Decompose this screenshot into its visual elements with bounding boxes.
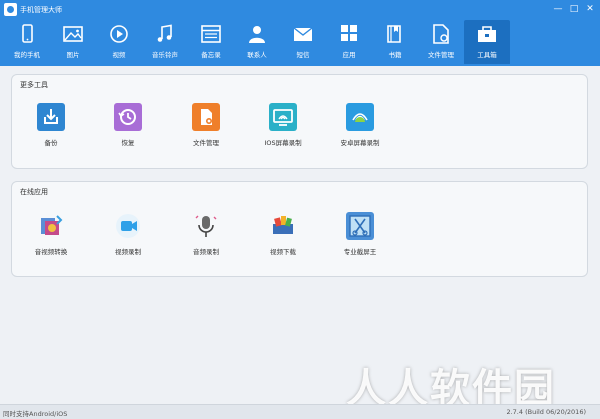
nav-music[interactable]: 音乐铃声 — [142, 20, 188, 64]
nav-file-manager[interactable]: 文件管理 — [418, 20, 464, 64]
tool-video-download[interactable]: 视频下载 — [248, 212, 318, 256]
tool-ios-screen-record[interactable]: IOS屏幕录制 — [248, 103, 318, 147]
tool-screenshot[interactable]: 专业截屏王 — [325, 212, 395, 256]
file-manager-icon — [433, 24, 449, 44]
nav-label: 音乐铃声 — [152, 51, 178, 59]
minimize-button[interactable]: — — [550, 2, 566, 16]
nav-contacts[interactable]: 联系人 — [234, 20, 280, 64]
nav-images[interactable]: 图片 — [50, 20, 96, 64]
tool-android-screen-record[interactable]: 安卓屏幕录制 — [325, 103, 395, 147]
tool-label: 音频录制 — [193, 248, 219, 256]
nav-label: 工具箱 — [477, 51, 497, 59]
status-bar: 同时支持Android/iOS 2.7.4 (Build 06/20/2016) — [0, 404, 600, 419]
ios-screen-record-icon — [269, 103, 297, 131]
app-logo-icon — [4, 3, 17, 16]
tool-label: 备份 — [44, 139, 58, 147]
tool-audio-record[interactable]: 音频录制 — [171, 212, 241, 256]
video-icon — [110, 25, 128, 43]
nav-label: 书籍 — [388, 51, 402, 59]
watermark: 人人软件园 — [346, 356, 596, 412]
nav-memo[interactable]: 备忘录 — [188, 20, 234, 64]
video-download-icon — [269, 212, 297, 240]
android-screen-record-icon — [346, 103, 374, 131]
tool-label: IOS屏幕录制 — [264, 139, 302, 147]
nav-sms[interactable]: 短信 — [280, 20, 326, 64]
maximize-button[interactable]: □ — [566, 2, 582, 16]
nav-label: 视频 — [112, 51, 126, 59]
apps-icon — [341, 25, 357, 41]
top-bar: 手机管理大师 — □ ✕ 我的手机 图片 视频 音乐铃声 备忘录 联系人 短信 … — [0, 0, 600, 66]
nav-label: 图片 — [66, 51, 80, 59]
music-icon — [157, 24, 172, 42]
status-left-text: 同时支持Android/iOS — [3, 410, 68, 418]
version-text: 2.7.4 (Build 06/20/2016) — [506, 408, 586, 416]
panel-title: 更多工具 — [20, 81, 48, 89]
nav-label: 联系人 — [247, 51, 267, 59]
contact-icon — [249, 26, 265, 43]
nav-label: 文件管理 — [428, 51, 454, 59]
tool-label: 文件管理 — [193, 139, 219, 147]
memo-icon — [201, 25, 221, 43]
book-icon — [387, 25, 401, 43]
panel-title: 在线应用 — [20, 188, 48, 196]
nav-toolbox[interactable]: 工具箱 — [464, 20, 510, 64]
main-nav: 我的手机 图片 视频 音乐铃声 备忘录 联系人 短信 应用 书籍 文件管理 工具… — [0, 20, 600, 66]
tool-label: 安卓屏幕录制 — [340, 139, 380, 147]
audio-record-icon — [192, 212, 220, 240]
file-manager-icon — [192, 103, 220, 131]
av-convert-icon — [37, 212, 65, 240]
tool-label: 视频录制 — [115, 248, 141, 256]
tool-label: 专业截屏王 — [343, 248, 377, 256]
close-button[interactable]: ✕ — [582, 2, 598, 16]
screenshot-icon — [346, 212, 374, 240]
tool-label: 音视频转换 — [34, 248, 68, 256]
nav-apps[interactable]: 应用 — [326, 20, 372, 64]
tool-backup[interactable]: 备份 — [16, 103, 86, 147]
tool-label: 恢复 — [121, 139, 135, 147]
video-record-icon — [114, 212, 142, 240]
tool-file-manager[interactable]: 文件管理 — [171, 103, 241, 147]
tool-label: 视频下载 — [270, 248, 296, 256]
nav-label: 短信 — [296, 51, 310, 59]
nav-label: 我的手机 — [14, 51, 40, 59]
nav-label: 备忘录 — [201, 51, 221, 59]
app-title: 手机管理大师 — [20, 6, 62, 14]
nav-books[interactable]: 书籍 — [372, 20, 418, 64]
nav-label: 应用 — [342, 51, 356, 59]
image-icon — [63, 26, 83, 42]
toolbox-icon — [478, 26, 496, 42]
window-controls: — □ ✕ — [550, 2, 598, 16]
backup-icon — [37, 103, 65, 131]
restore-icon — [114, 103, 142, 131]
tool-restore[interactable]: 恢复 — [93, 103, 163, 147]
phone-icon — [22, 24, 33, 43]
tool-video-record[interactable]: 视频录制 — [93, 212, 163, 256]
title-bar: 手机管理大师 — □ ✕ — [0, 0, 600, 20]
nav-video[interactable]: 视频 — [96, 20, 142, 64]
nav-my-phone[interactable]: 我的手机 — [4, 20, 50, 64]
tool-av-convert[interactable]: 音视频转换 — [16, 212, 86, 256]
online-apps-panel: 在线应用 音视频转换 视频录制 音频录制 视频下载 专业截屏王 — [11, 181, 588, 277]
more-tools-panel: 更多工具 备份 恢复 文件管理 IOS屏幕录制 安卓屏幕录制 — [11, 74, 588, 169]
sms-icon — [293, 27, 313, 41]
